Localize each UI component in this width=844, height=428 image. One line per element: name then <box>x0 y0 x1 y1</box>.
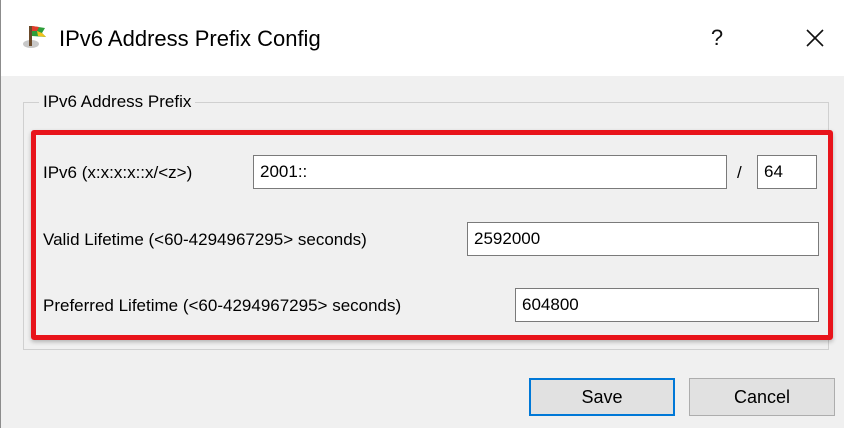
window-title: IPv6 Address Prefix Config <box>59 26 321 51</box>
save-button[interactable]: Save <box>529 378 675 416</box>
cancel-button[interactable]: Cancel <box>689 378 835 416</box>
highlight-annotation <box>31 130 833 340</box>
help-button[interactable]: ? <box>697 18 737 58</box>
ipv6-prefix-dialog: IPv6 Address Prefix Config ? IPv6 Addres… <box>0 0 844 428</box>
close-button[interactable] <box>795 18 835 58</box>
groupbox-label: IPv6 Address Prefix <box>39 92 196 112</box>
title-bar: IPv6 Address Prefix Config ? <box>1 0 844 76</box>
close-icon <box>806 29 824 47</box>
app-flag-icon <box>21 22 49 50</box>
